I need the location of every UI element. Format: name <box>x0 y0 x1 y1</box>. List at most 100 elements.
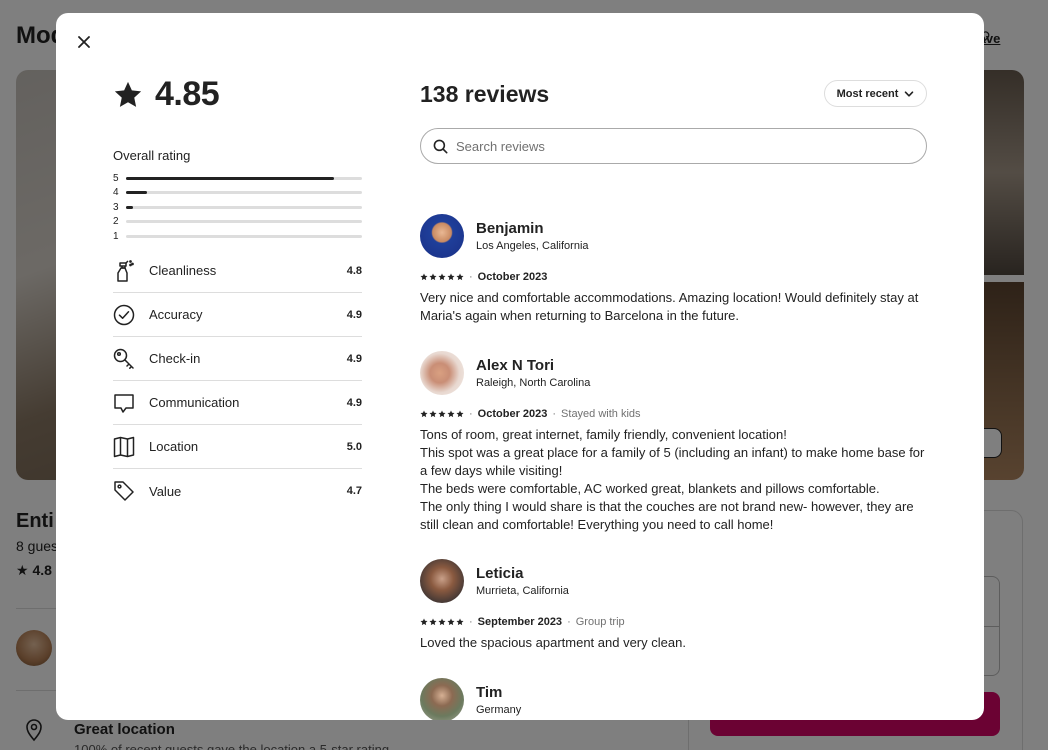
spray-bottle-icon <box>117 259 134 282</box>
review-stars <box>420 273 464 281</box>
rating-bar-track <box>126 205 362 209</box>
category-label: Cleanliness <box>149 263 217 278</box>
review-text: Loved the spacious apartment and very cl… <box>420 634 928 652</box>
review-date: September 2023 <box>477 616 563 628</box>
reviewer-avatar[interactable] <box>420 678 464 720</box>
star-icon <box>420 273 428 281</box>
category-accuracy: Accuracy 4.9 <box>113 293 362 337</box>
search-icon <box>433 139 448 153</box>
rating-bar-fill <box>126 176 334 180</box>
key-icon <box>113 348 134 369</box>
review-line: a few days while visiting! <box>420 463 563 478</box>
review-line: Tons of room, great internet, family fri… <box>420 427 787 442</box>
review-line: This spot was a great place for a family… <box>420 445 925 460</box>
rating-bar-label: 4 <box>113 187 119 199</box>
star-icon <box>456 273 464 281</box>
meta-separator: · <box>552 408 557 420</box>
meta-separator: · <box>469 616 473 628</box>
reviewer-name: Tim <box>476 684 503 701</box>
review-line: still clean and comfortable! Everything … <box>420 517 774 532</box>
category-value: 4.8 <box>346 264 362 277</box>
category-label: Location <box>149 439 199 454</box>
reviews-modal: 4.85 Overall rating 5 4 3 2 1 Cleanlines… <box>56 13 984 720</box>
rating-bar-fill <box>126 205 134 209</box>
close-button[interactable] <box>72 30 96 54</box>
star-icon <box>447 410 455 418</box>
reviewer-avatar[interactable] <box>420 214 464 258</box>
review-line: Very nice and comfortable accommodations… <box>420 290 919 305</box>
meta-separator: · <box>567 616 571 628</box>
category-ratings: Cleanliness 4.8 Accuracy 4.9 Check-in 4.… <box>113 249 362 513</box>
category-value: 5.0 <box>346 440 362 453</box>
search-reviews-input[interactable] <box>456 138 896 154</box>
reviewer-location: Raleigh, North Carolina <box>476 377 591 389</box>
rating-bar-row: 3 <box>113 200 362 215</box>
review-trip-type: Stayed with kids <box>561 408 641 420</box>
reviewer-name: Benjamin <box>476 220 544 237</box>
meta-separator: · <box>469 271 473 283</box>
close-icon <box>78 36 90 48</box>
search-reviews-box[interactable] <box>420 128 927 164</box>
star-icon <box>429 618 437 626</box>
review-line: Maria's again when returning to Barcelon… <box>420 308 740 323</box>
overall-score: 4.85 <box>155 75 220 113</box>
map-icon <box>113 436 135 457</box>
rating-bar-fill <box>126 191 148 195</box>
check-circle-icon <box>113 304 135 325</box>
category-label: Check-in <box>149 351 201 366</box>
review-item: Leticia Murrieta, California · September… <box>420 559 928 652</box>
category-value-rating: Value 4.7 <box>113 469 362 513</box>
category-label: Accuracy <box>149 307 203 322</box>
rating-bar-label: 1 <box>113 230 119 242</box>
rating-bar-row: 4 <box>113 186 362 201</box>
reviewer-location: Los Angeles, California <box>476 240 589 252</box>
chevron-down-icon <box>905 90 914 97</box>
rating-bar-row: 2 <box>113 215 362 230</box>
review-date: October 2023 <box>477 408 548 420</box>
star-icon <box>429 273 437 281</box>
rating-bar-label: 5 <box>113 172 119 184</box>
star-icon <box>438 273 446 281</box>
category-label: Value <box>149 483 182 499</box>
rating-bar-track <box>126 220 362 224</box>
overall-rating-label: Overall rating <box>113 148 191 163</box>
reviewer-location: Murrieta, California <box>476 585 569 597</box>
reviews-count-heading: 138 reviews <box>420 81 550 107</box>
category-cleanliness: Cleanliness 4.8 <box>113 249 362 293</box>
reviewer-avatar[interactable] <box>420 351 464 395</box>
star-icon <box>447 618 455 626</box>
category-check-in: Check-in 4.9 <box>113 337 362 381</box>
review-text: Tons of room, great internet, family fri… <box>420 426 928 534</box>
star-icon <box>447 273 455 281</box>
rating-bar-row: 5 <box>113 171 362 186</box>
chat-bubble-icon <box>114 393 134 413</box>
review-stars <box>420 618 464 626</box>
sort-dropdown[interactable]: Most recent <box>824 80 927 107</box>
meta-separator: · <box>469 408 473 420</box>
rating-bar-label: 3 <box>113 201 119 213</box>
reviewer-name: Alex N Tori <box>476 357 555 374</box>
review-item: Tim Germany <box>420 678 928 720</box>
rating-bar-track <box>126 191 362 195</box>
review-item: Alex N Tori Raleigh, North Carolina · Oc… <box>420 351 928 534</box>
review-trip-type: Group trip <box>575 616 625 628</box>
category-value: 4.9 <box>346 308 362 321</box>
star-icon <box>429 410 437 418</box>
rating-distribution: 5 4 3 2 1 <box>113 171 362 244</box>
reviewer-avatar[interactable] <box>420 559 464 603</box>
category-location: Location 5.0 <box>113 425 362 469</box>
rating-bar-row: 1 <box>113 229 362 244</box>
category-value: 4.9 <box>346 396 362 409</box>
rating-bar-track <box>126 234 362 238</box>
star-icon <box>114 81 142 107</box>
rating-bar-label: 2 <box>113 216 119 228</box>
category-communication: Communication 4.9 <box>113 381 362 425</box>
review-date: October 2023 <box>477 271 548 283</box>
star-icon <box>420 410 428 418</box>
reviewer-location: Germany <box>476 704 522 716</box>
overall-score-header: 4.85 <box>113 75 220 114</box>
star-icon <box>420 618 428 626</box>
category-value: 4.7 <box>346 485 362 497</box>
tag-icon <box>114 481 134 501</box>
category-label: Communication <box>149 395 240 410</box>
